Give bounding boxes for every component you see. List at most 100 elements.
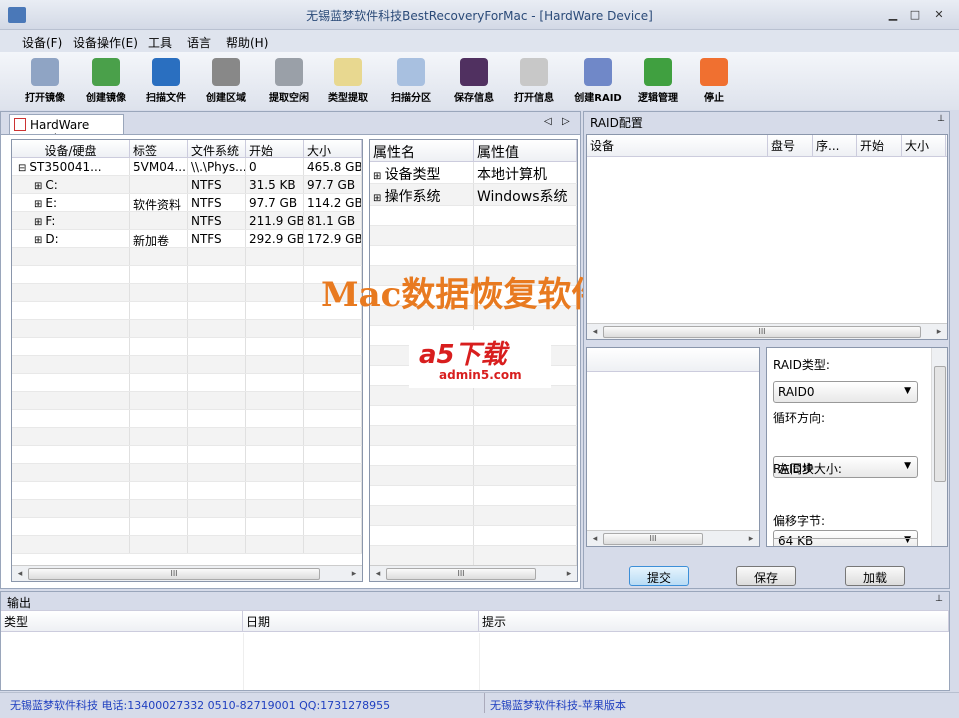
column-header[interactable]: 盘号 — [768, 135, 813, 156]
col-hint[interactable]: 提示 — [479, 611, 949, 631]
table-cell — [188, 356, 246, 373]
offset-input[interactable] — [773, 538, 918, 546]
submit-button[interactable]: 提交 — [629, 566, 689, 586]
table-cell: 465.8 GB — [304, 158, 362, 175]
toolbar-button-9[interactable]: 创建RAID — [568, 56, 628, 108]
expand-icon[interactable]: ⊞ — [34, 181, 42, 192]
collapse-icon[interactable]: ⊟ — [18, 163, 26, 174]
expand-icon[interactable]: ⊞ — [373, 171, 385, 182]
table-cell — [304, 536, 362, 553]
toolbar-button-2[interactable]: 扫描文件 — [136, 56, 196, 108]
toolbar-icon — [275, 58, 303, 86]
table-row[interactable]: ⊞ D: 新加卷 NTFS 292.9 GB 172.9 GB — [12, 230, 362, 248]
a5-logo: a5下载 admin5.com — [409, 330, 551, 388]
col-type[interactable]: 类型 — [1, 611, 243, 631]
maximize-button[interactable]: □ — [906, 8, 924, 22]
table-cell — [130, 356, 188, 373]
table-cell — [130, 500, 188, 517]
table-row — [370, 466, 577, 486]
column-header[interactable]: 文件系统 — [188, 140, 246, 157]
table-cell: ⊞ 设备类型 — [370, 162, 474, 183]
close-button[interactable]: ✕ — [930, 8, 948, 22]
pin-icon[interactable]: ⊥ — [937, 114, 945, 124]
table-cell — [304, 500, 362, 517]
table-row — [12, 320, 362, 338]
table-row — [370, 506, 577, 526]
table-cell — [474, 406, 577, 425]
tab-prev-button[interactable]: ◁ — [544, 116, 552, 127]
toolbar-button-1[interactable]: 创建镜像 — [76, 56, 136, 108]
table-row — [12, 410, 362, 428]
raid-settings-vscrollbar[interactable] — [931, 348, 947, 546]
property-table-hscrollbar[interactable]: ◂ III ▸ — [370, 565, 577, 581]
toolbar-icon — [212, 58, 240, 86]
column-header[interactable]: 开始 — [857, 135, 902, 156]
toolbar-button-4[interactable]: 提取空闲 — [259, 56, 319, 108]
column-header[interactable]: 设备 — [587, 135, 768, 156]
toolbar-button-3[interactable]: 创建区域 — [196, 56, 256, 108]
menu-language[interactable]: 语言 — [187, 34, 211, 51]
table-cell — [370, 206, 474, 225]
toolbar-icon — [460, 58, 488, 86]
table-row[interactable]: ⊞ 设备类型 本地计算机 — [370, 162, 577, 184]
table-cell — [188, 464, 246, 481]
toolbar-button-11[interactable]: 停止 — [684, 56, 744, 108]
menu-tools[interactable]: 工具 — [148, 34, 172, 51]
table-row[interactable]: ⊞ C: NTFS 31.5 KB 97.7 GB — [12, 176, 362, 194]
table-cell: ⊞ E: — [12, 194, 130, 211]
menu-device-ops[interactable]: 设备操作(E) — [73, 34, 138, 51]
raid-type-select[interactable]: RAID0 ▼ — [773, 381, 918, 403]
toolbar-button-8[interactable]: 打开信息 — [504, 56, 564, 108]
toolbar-button-7[interactable]: 保存信息 — [444, 56, 504, 108]
table-cell — [12, 284, 130, 301]
column-header[interactable]: 开始 — [246, 140, 304, 157]
toolbar-button-5[interactable]: 类型提取 — [318, 56, 378, 108]
column-header[interactable]: 属性值 — [474, 140, 577, 161]
save-button[interactable]: 保存 — [736, 566, 796, 586]
table-cell — [130, 320, 188, 337]
expand-icon[interactable]: ⊞ — [373, 193, 385, 204]
table-row[interactable]: ⊞ E: 软件资料 NTFS 97.7 GB 114.2 GB — [12, 194, 362, 212]
pin-icon[interactable]: ⊥ — [935, 594, 943, 604]
window-title: 无锡蓝梦软件科技BestRecoveryForMac - [HardWare D… — [306, 9, 653, 23]
table-cell: ⊞ D: — [12, 230, 130, 247]
column-header[interactable]: 大小 — [902, 135, 946, 156]
column-header[interactable]: 属性名 — [370, 140, 474, 161]
table-row[interactable]: ⊞ F: NTFS 211.9 GB 81.1 GB — [12, 212, 362, 230]
column-header[interactable]: 大小 — [304, 140, 362, 157]
table-row[interactable]: ⊞ 操作系统 Windows系统 — [370, 184, 577, 206]
column-header[interactable]: 设备/硬盘 — [12, 140, 130, 157]
toolbar-icon — [152, 58, 180, 86]
table-cell: 97.7 GB — [246, 194, 304, 211]
load-button[interactable]: 加载 — [845, 566, 905, 586]
column-header[interactable]: 序... — [813, 135, 857, 156]
table-cell — [246, 482, 304, 499]
toolbar-button-0[interactable]: 打开镜像 — [15, 56, 75, 108]
toolbar-button-10[interactable]: 逻辑管理 — [628, 56, 688, 108]
minimize-button[interactable]: ▁ — [884, 8, 902, 22]
table-row[interactable]: ⊟ ST350041... 5VM04... \\.\Phys... 0 465.8 GB — [12, 158, 362, 176]
raid-table-hscrollbar[interactable]: ◂ III ▸ — [587, 323, 947, 339]
table-cell — [474, 246, 577, 265]
expand-icon[interactable]: ⊞ — [34, 199, 42, 210]
table-cell — [304, 392, 362, 409]
toolbar-label: 停止 — [704, 93, 724, 104]
menu-device[interactable]: 设备(F) — [22, 34, 62, 51]
table-cell — [130, 266, 188, 283]
raid-list-hscrollbar[interactable]: ◂ III ▸ — [587, 530, 759, 546]
tab-hardware-device[interactable]: HardWare Device — [9, 114, 124, 146]
raid-disk-list[interactable]: ◂ III ▸ — [586, 347, 760, 547]
table-cell — [246, 284, 304, 301]
expand-icon[interactable]: ⊞ — [34, 217, 42, 228]
status-bar: 无锡蓝梦软件科技 电话:13400027332 0510-82719001 QQ… — [0, 692, 959, 718]
column-header[interactable]: 标签 — [130, 140, 188, 157]
table-cell — [12, 356, 130, 373]
tab-next-button[interactable]: ▷ — [562, 116, 570, 127]
table-cell — [188, 428, 246, 445]
menu-help[interactable]: 帮助(H) — [226, 34, 268, 51]
table-cell — [130, 284, 188, 301]
device-table-hscrollbar[interactable]: ◂ III ▸ — [12, 565, 362, 581]
toolbar-button-6[interactable]: 扫描分区 — [381, 56, 441, 108]
expand-icon[interactable]: ⊞ — [34, 235, 42, 246]
col-date[interactable]: 日期 — [243, 611, 479, 631]
